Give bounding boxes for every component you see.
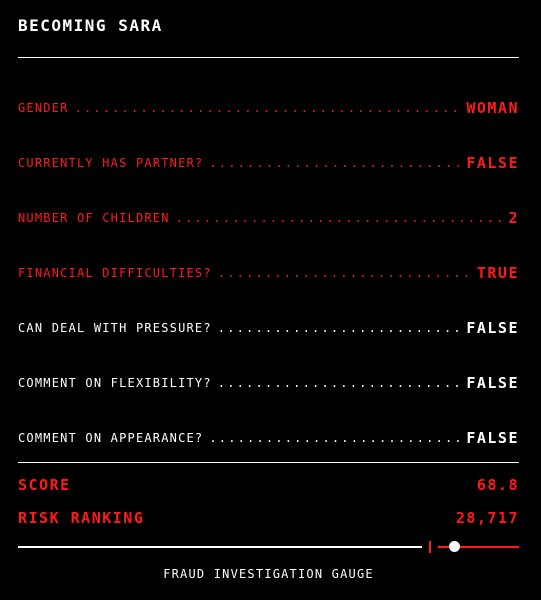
attribute-label: COMMENT ON FLEXIBILITY? [18, 376, 212, 390]
summary-divider [18, 462, 519, 463]
attribute-value: TRUE [476, 264, 519, 282]
attribute-label: CAN DEAL WITH PRESSURE? [18, 321, 212, 335]
attribute-row-appearance: COMMENT ON APPEARANCE? .................… [18, 423, 519, 447]
risk-ranking-row: RISK RANKING 28,717 [18, 509, 519, 527]
dot-leader: ........................................… [217, 321, 461, 335]
risk-ranking-value: 28,717 [455, 509, 519, 527]
top-divider [18, 57, 519, 58]
score-value: 68.8 [476, 476, 519, 494]
attribute-label: COMMENT ON APPEARANCE? [18, 431, 204, 445]
attribute-row-gender: GENDER .................................… [18, 93, 519, 117]
dot-leader: ........................................… [217, 376, 461, 390]
score-label: SCORE [18, 476, 71, 494]
attribute-value: FALSE [466, 154, 519, 172]
attribute-label: CURRENTLY HAS PARTNER? [18, 156, 204, 170]
attribute-label: NUMBER OF CHILDREN [18, 211, 170, 225]
attribute-label: FINANCIAL DIFFICULTIES? [18, 266, 212, 280]
gauge-caption: FRAUD INVESTIGATION GAUGE [163, 567, 374, 581]
gauge-track-low [18, 546, 422, 548]
attribute-row-children: NUMBER OF CHILDREN .....................… [18, 203, 519, 227]
score-row: SCORE 68.8 [18, 476, 519, 494]
attribute-row-pressure: CAN DEAL WITH PRESSURE? ................… [18, 313, 519, 337]
attribute-value: FALSE [466, 374, 519, 392]
profile-title: BECOMING SARA [18, 16, 163, 35]
attribute-row-flexibility: COMMENT ON FLEXIBILITY? ................… [18, 368, 519, 392]
gauge-threshold-tick [429, 541, 431, 553]
attribute-value: WOMAN [466, 99, 519, 117]
dot-leader: ........................................… [209, 431, 461, 445]
fraud-investigation-gauge [18, 538, 519, 556]
profile-panel: BECOMING SARA GENDER ...................… [18, 0, 519, 600]
dot-leader: ........................................… [175, 211, 503, 225]
attribute-row-financial: FINANCIAL DIFFICULTIES? ................… [18, 258, 519, 282]
dot-leader: ........................................… [217, 266, 471, 280]
attribute-value: FALSE [466, 429, 519, 447]
attribute-row-partner: CURRENTLY HAS PARTNER? .................… [18, 148, 519, 172]
attribute-label: GENDER [18, 101, 69, 115]
dot-leader: ........................................… [209, 156, 461, 170]
gauge-indicator-knob [449, 541, 460, 552]
attribute-value: 2 [508, 209, 519, 227]
attribute-value: FALSE [466, 319, 519, 337]
risk-ranking-label: RISK RANKING [18, 509, 145, 527]
dot-leader: ........................................… [74, 101, 461, 115]
